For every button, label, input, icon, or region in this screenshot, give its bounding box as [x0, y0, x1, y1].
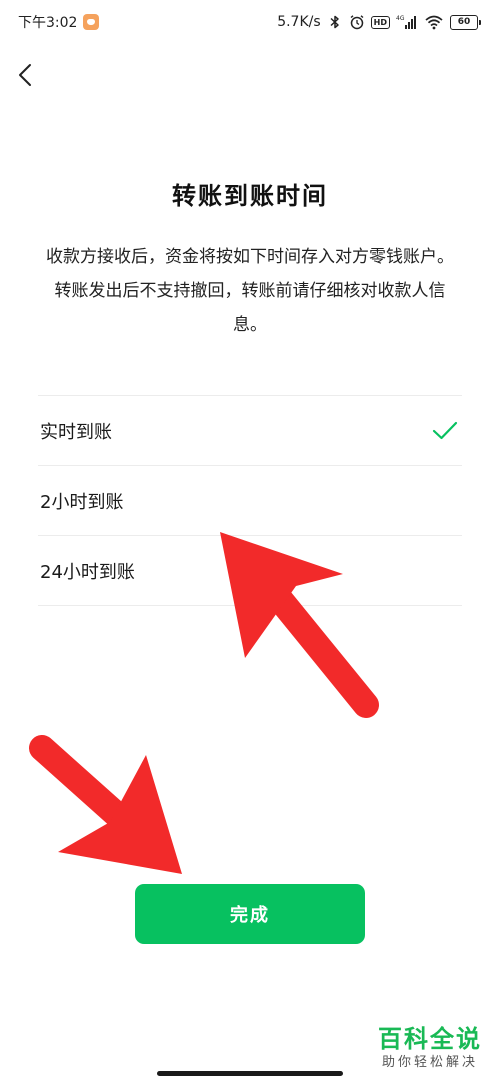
signal-type-label: 4G [396, 15, 405, 22]
app-badge-icon [83, 14, 100, 30]
chevron-left-icon [19, 64, 31, 86]
option-label: 24小时到账 [40, 561, 135, 583]
battery-icon: 60 [450, 14, 481, 30]
watermark-sub: 助你轻松解决 [381, 1055, 478, 1070]
home-indicator[interactable] [157, 1071, 343, 1076]
option-realtime[interactable]: 实时到账 [38, 396, 462, 466]
watermark: 百科全说 助你轻松解决 [378, 1024, 482, 1072]
page-title: 转账到账时间 [172, 182, 328, 210]
option-2-hours[interactable]: 2小时到账 [38, 466, 462, 536]
status-bar-left: 下午3:02 [18, 12, 100, 32]
status-time: 下午3:02 [18, 15, 78, 31]
arrival-time-options: 实时到账 2小时到账 24小时到账 [38, 395, 462, 606]
watermark-main: 百科全说 [378, 1025, 482, 1053]
back-button[interactable] [12, 60, 42, 90]
done-button[interactable]: 完成 [135, 884, 365, 944]
alarm-icon [350, 15, 364, 30]
network-speed: 5.7K/s [277, 14, 321, 30]
option-label: 实时到账 [40, 421, 112, 443]
bluetooth-icon [330, 15, 339, 29]
signal-icon: 4G [396, 15, 416, 29]
hd-icon: HD [370, 15, 390, 29]
option-label: 2小时到账 [40, 491, 124, 513]
status-bar: 下午3:02 5.7K/s HD 4G 60 [0, 0, 500, 44]
option-24-hours[interactable]: 24小时到账 [38, 536, 462, 606]
red-arrow-lower [29, 735, 182, 874]
page-description: 收款方接收后，资金将按如下时间存入对方零钱账户。转账发出后不支持撤回，转账前请仔… [46, 247, 454, 335]
status-bar-right: 5.7K/s HD 4G 60 [277, 14, 481, 30]
wifi-icon [425, 15, 443, 30]
check-icon [432, 421, 458, 439]
